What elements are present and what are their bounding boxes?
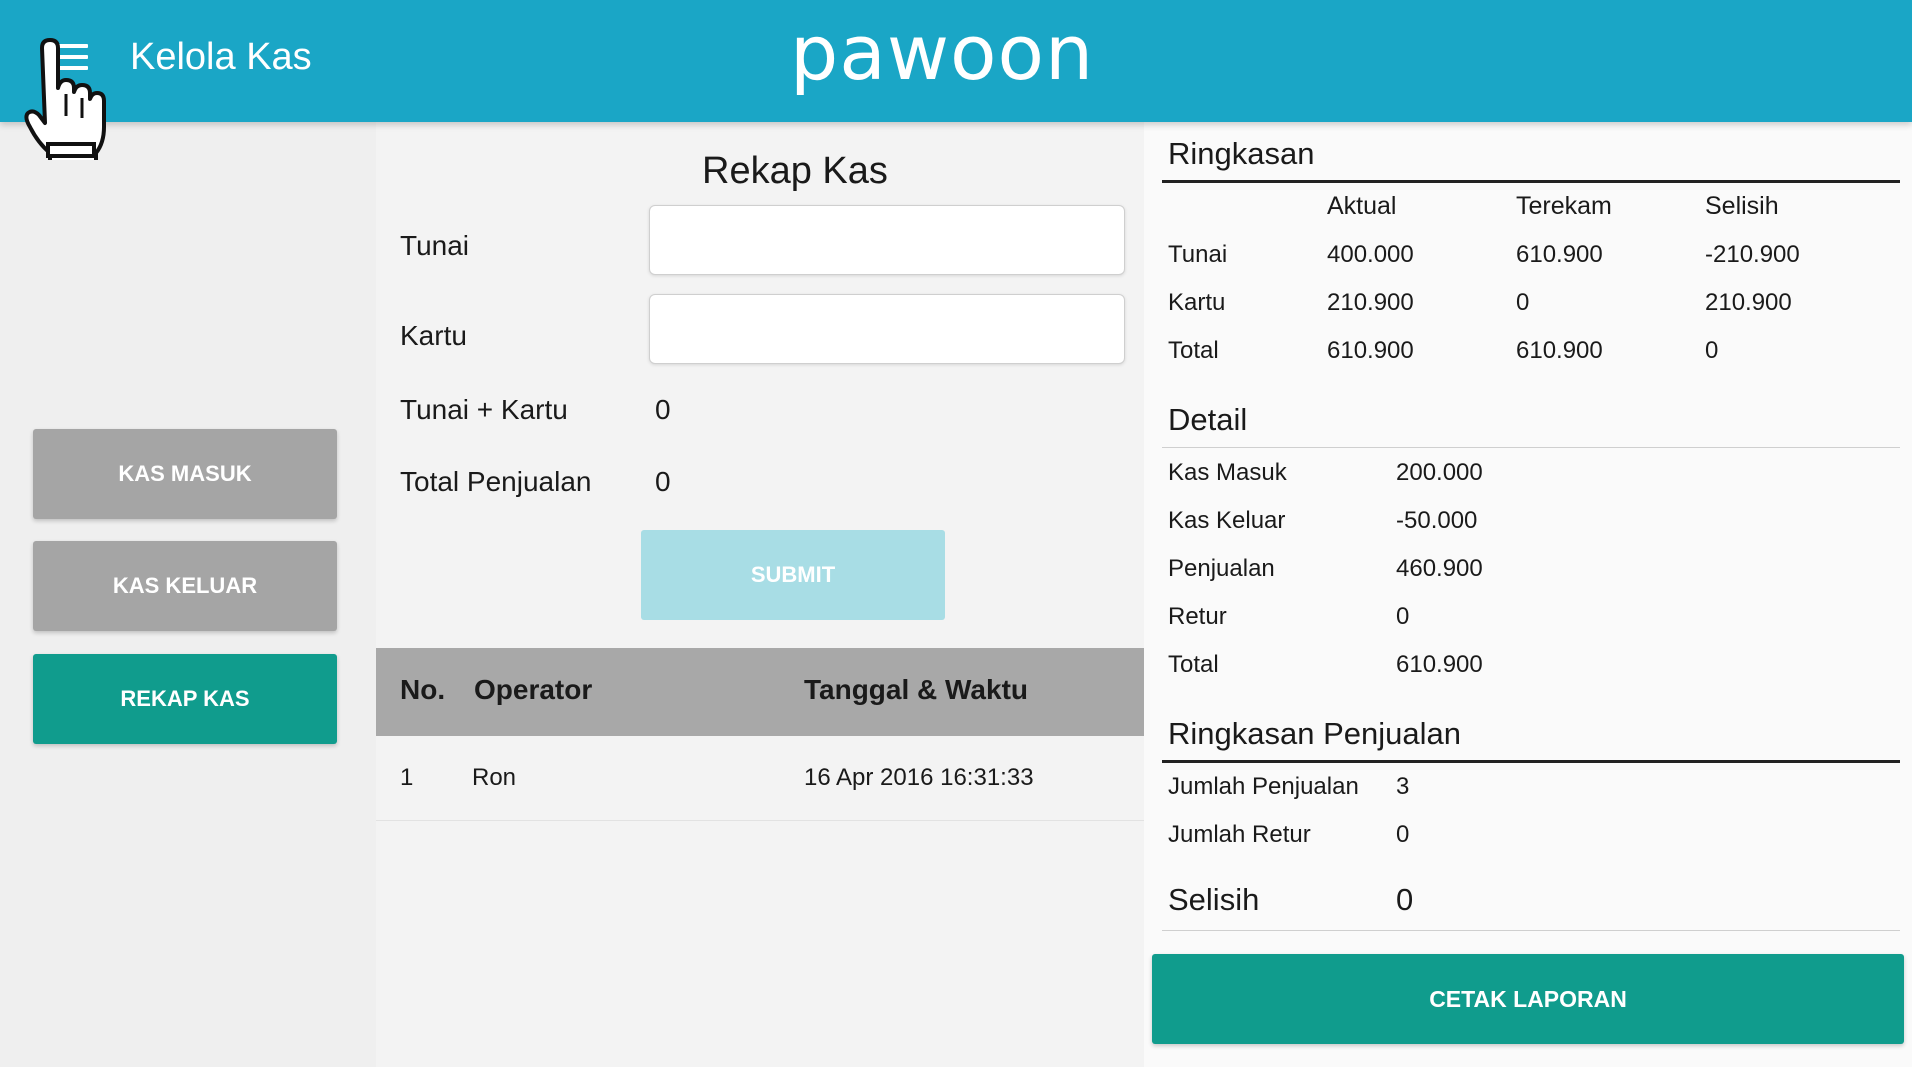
ringkasan-terekam: 0 bbox=[1516, 289, 1530, 316]
tunai-kartu-label: Tunai + Kartu bbox=[400, 394, 568, 425]
ringkasan-col-aktual: Aktual bbox=[1327, 192, 1397, 220]
ringkasan-terekam: 610.900 bbox=[1516, 241, 1603, 268]
hand-pointer-icon bbox=[24, 38, 106, 160]
tunai-kartu-value: 0 bbox=[655, 394, 671, 425]
detail-label: Retur bbox=[1168, 603, 1227, 630]
pawoon-logo: pawoon bbox=[790, 8, 1095, 97]
total-penjualan-label: Total Penjualan bbox=[400, 466, 592, 497]
row-no: 1 bbox=[400, 764, 414, 791]
submit-button[interactable]: SUBMIT bbox=[641, 530, 945, 620]
ringkasan-penjualan-title: Ringkasan Penjualan bbox=[1168, 716, 1461, 751]
column-no: No. bbox=[400, 674, 446, 705]
ringkasan-selisih: -210.900 bbox=[1705, 241, 1800, 268]
ringkasan-row-label: Kartu bbox=[1168, 289, 1226, 316]
detail-label: Total bbox=[1168, 651, 1219, 678]
ringkasan-selisih: 0 bbox=[1705, 337, 1719, 364]
table-row[interactable]: 1 Ron 16 Apr 2016 16:31:33 bbox=[376, 736, 1144, 821]
row-operator: Ron bbox=[472, 764, 517, 791]
rekap-kas-panel: Rekap Kas Tunai Kartu Tunai + Kartu 0 To… bbox=[376, 122, 1144, 1067]
tunai-input[interactable] bbox=[649, 205, 1125, 275]
form-title: Rekap Kas bbox=[702, 150, 888, 192]
app-header: Kelola Kas pawoon bbox=[0, 0, 1912, 122]
detail-value: 200.000 bbox=[1396, 459, 1483, 486]
ringkasan-title: Ringkasan bbox=[1168, 136, 1315, 171]
ringkasan-aktual: 610.900 bbox=[1327, 337, 1414, 364]
ringkasan-row-label: Total bbox=[1168, 337, 1219, 364]
penjualan-label: Jumlah Retur bbox=[1168, 821, 1311, 848]
ringkasan-aktual: 400.000 bbox=[1327, 241, 1414, 268]
selisih-divider bbox=[1162, 930, 1900, 931]
row-datetime: 16 Apr 2016 16:31:33 bbox=[804, 764, 1034, 791]
tunai-label: Tunai bbox=[400, 230, 470, 261]
ringkasan-col-terekam: Terekam bbox=[1516, 192, 1612, 220]
column-datetime: Tanggal & Waktu bbox=[804, 674, 1028, 705]
kartu-label: Kartu bbox=[400, 320, 467, 351]
ringkasan-terekam: 610.900 bbox=[1516, 337, 1603, 364]
kartu-input[interactable] bbox=[649, 294, 1125, 364]
page-title: Kelola Kas bbox=[130, 36, 312, 78]
ringkasan-aktual: 210.900 bbox=[1327, 289, 1414, 316]
ringkasan-divider bbox=[1162, 180, 1900, 183]
total-penjualan-value: 0 bbox=[655, 466, 671, 497]
penjualan-value: 3 bbox=[1396, 773, 1410, 800]
history-table-header: No. Operator Tanggal & Waktu bbox=[376, 648, 1144, 736]
detail-label: Kas Keluar bbox=[1168, 507, 1286, 534]
penjualan-value: 0 bbox=[1396, 821, 1410, 848]
penjualan-label: Jumlah Penjualan bbox=[1168, 773, 1359, 800]
detail-label: Kas Masuk bbox=[1168, 459, 1287, 486]
detail-value: 460.900 bbox=[1396, 555, 1483, 582]
ringkasan-penjualan-divider bbox=[1162, 760, 1900, 763]
detail-title: Detail bbox=[1168, 402, 1248, 437]
selisih-value: 0 bbox=[1396, 882, 1414, 917]
ringkasan-selisih: 210.900 bbox=[1705, 289, 1792, 316]
column-operator: Operator bbox=[474, 674, 593, 705]
kas-keluar-button[interactable]: KAS KELUAR bbox=[33, 541, 337, 631]
summary-panel: Ringkasan Aktual Terekam Selisih Tunai 4… bbox=[1144, 122, 1912, 1067]
detail-divider bbox=[1162, 447, 1900, 448]
rekap-kas-button[interactable]: REKAP KAS bbox=[33, 654, 337, 744]
detail-value: 0 bbox=[1396, 603, 1410, 630]
selisih-label: Selisih bbox=[1168, 882, 1260, 917]
sidebar: KAS MASUK KAS KELUAR REKAP KAS bbox=[0, 122, 376, 1067]
ringkasan-row-label: Tunai bbox=[1168, 241, 1228, 268]
ringkasan-col-selisih: Selisih bbox=[1705, 192, 1779, 220]
kas-masuk-button[interactable]: KAS MASUK bbox=[33, 429, 337, 519]
detail-value: 610.900 bbox=[1396, 651, 1483, 678]
detail-value: -50.000 bbox=[1396, 507, 1478, 534]
detail-label: Penjualan bbox=[1168, 555, 1275, 582]
cetak-laporan-button[interactable]: CETAK LAPORAN bbox=[1152, 954, 1904, 1044]
